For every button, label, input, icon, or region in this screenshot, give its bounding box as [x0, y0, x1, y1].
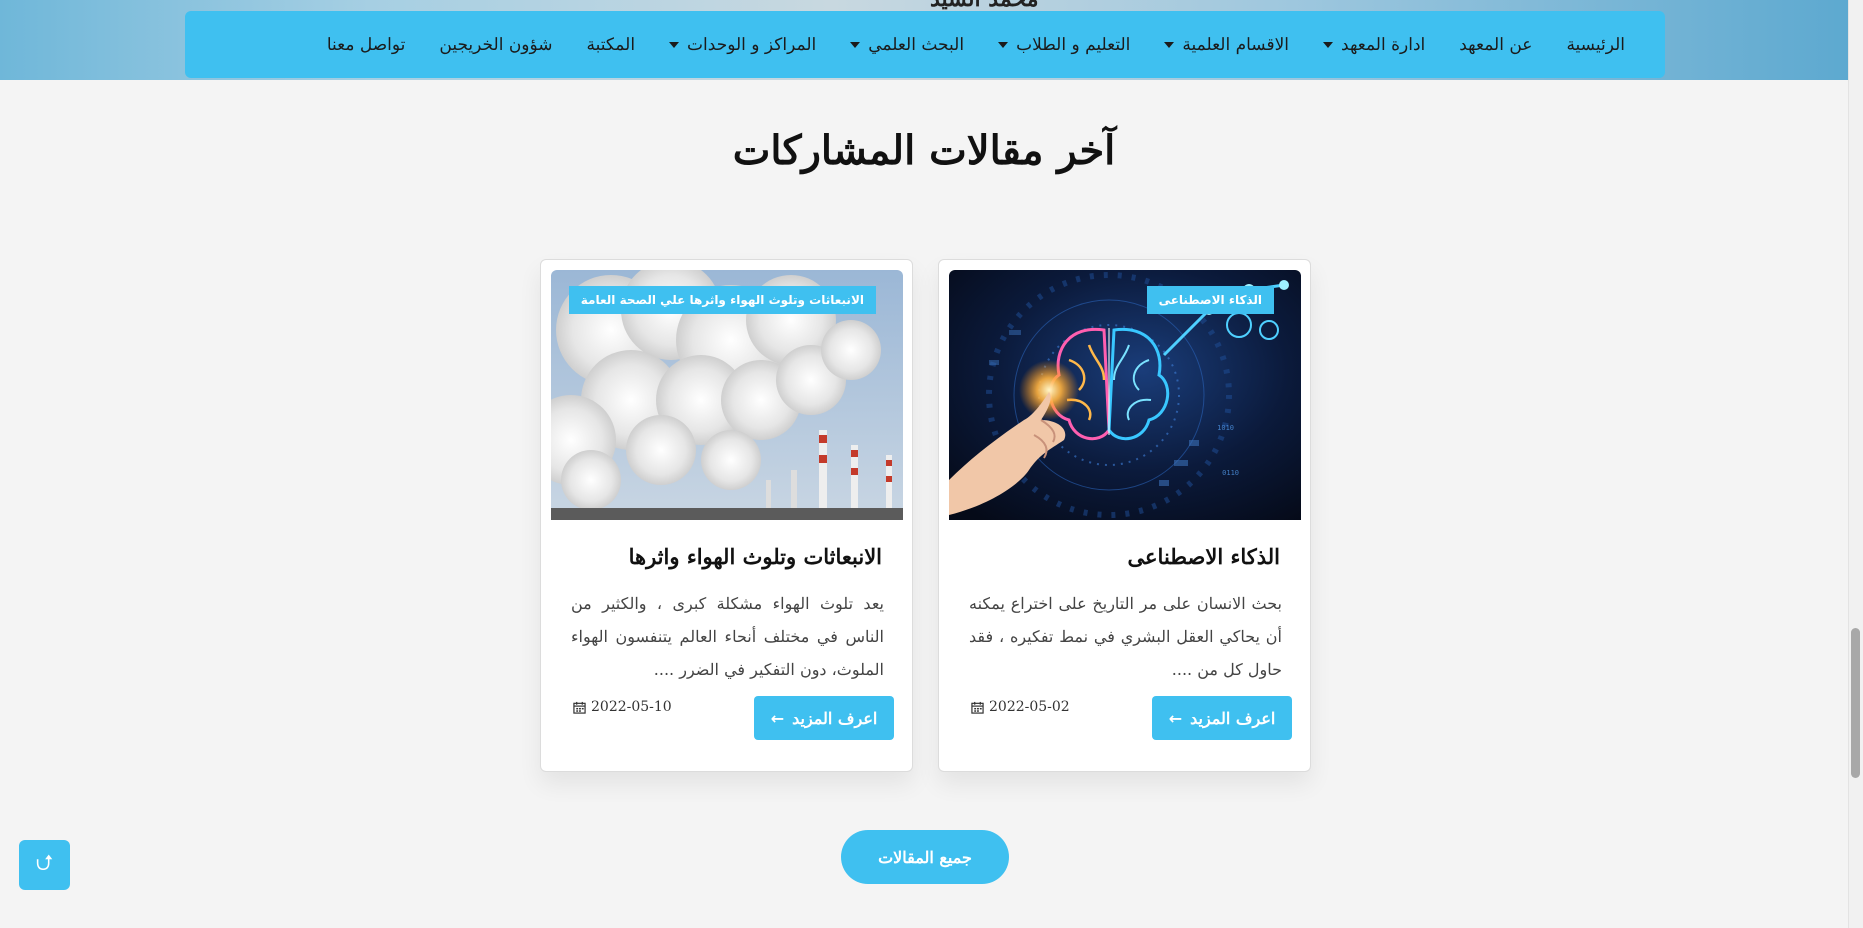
nav-item-label: تواصل معنا: [326, 34, 406, 55]
nav-item-label: عن المعهد: [1459, 34, 1533, 55]
all-articles-button[interactable]: جميع المقالات: [841, 830, 1009, 884]
scrollbar-thumb[interactable]: [1851, 628, 1860, 778]
scroll-top-button[interactable]: ⮍: [19, 840, 70, 890]
main-navbar: الرئيسية عن المعهد ادارة المعهد الاقسام …: [185, 11, 1665, 78]
article-date: 2022-05-02: [971, 699, 1070, 715]
article-category-tag[interactable]: الذكاء الاصطناعى: [1146, 286, 1274, 314]
binary-digits: 0110: [1222, 469, 1239, 477]
nav-item-research[interactable]: البحث العلمي: [850, 35, 964, 55]
nav-item-contact[interactable]: تواصل معنا: [327, 35, 406, 55]
nav-item-label: المكتبة: [586, 34, 636, 55]
article-date: 2022-05-10: [573, 699, 672, 715]
page-scrollbar[interactable]: [1848, 0, 1863, 928]
caret-down-icon: [1323, 41, 1334, 48]
arrow-left-icon: ←: [770, 708, 785, 728]
nav-item-label: البحث العلمي: [868, 34, 965, 55]
nav-item-centers[interactable]: المراكز و الوحدات: [669, 35, 816, 55]
article-title[interactable]: الانبعاثات وتلوث الهواء واثرها: [561, 544, 882, 569]
nav-item-label: المراكز و الوحدات: [687, 34, 817, 55]
article-date-text: 2022-05-10: [591, 699, 672, 715]
read-more-button[interactable]: اعرف المزيد ←: [1152, 696, 1292, 740]
section-title: آخر مقالات المشاركات: [732, 127, 1116, 174]
article-card-ai: 1010 0110 الذكاء الاصطناعى الذكاء الاصطن…: [938, 259, 1311, 772]
article-card-pollution: الانبعاثات وتلوث الهواء واثرها علي الصحة…: [540, 259, 913, 772]
caret-down-icon: [850, 41, 861, 48]
nav-item-label: شؤون الخريجين: [439, 34, 553, 55]
read-more-label: اعرف المزيد: [1190, 708, 1276, 728]
calendar-icon: [971, 701, 984, 714]
article-title[interactable]: الذكاء الاصطناعى: [959, 544, 1280, 569]
read-more-button[interactable]: اعرف المزيد ←: [754, 696, 894, 740]
nav-item-graduates[interactable]: شؤون الخريجين: [439, 35, 552, 55]
article-excerpt: يعد تلوث الهواء مشكلة كبرى ، والكثير من …: [571, 594, 884, 679]
nav-item-education[interactable]: التعليم و الطلاب: [998, 35, 1130, 55]
nav-item-home[interactable]: الرئيسية: [1566, 35, 1625, 55]
article-category-tag[interactable]: الانبعاثات وتلوث الهواء واثرها علي الصحة…: [568, 286, 876, 314]
nav-item-library[interactable]: المكتبة: [587, 35, 636, 55]
caret-down-icon: [1164, 41, 1175, 48]
nav-item-departments[interactable]: الاقسام العلمية: [1164, 35, 1289, 55]
caret-down-icon: [998, 41, 1009, 48]
article-date-text: 2022-05-02: [989, 699, 1070, 715]
caret-down-icon: [669, 41, 680, 48]
nav-item-label: ادارة المعهد: [1341, 34, 1426, 55]
binary-digits: 1010: [1217, 424, 1234, 432]
nav-item-about[interactable]: عن المعهد: [1459, 35, 1532, 55]
nav-item-label: التعليم و الطلاب: [1016, 34, 1131, 55]
scroll-top-icon: ⮍: [35, 851, 54, 876]
nav-item-label: الرئيسية: [1566, 34, 1625, 55]
article-excerpt: بحث الانسان على مر التاريخ على اختراع يم…: [969, 594, 1282, 679]
nav-item-label: الاقسام العلمية: [1182, 34, 1290, 55]
nav-item-administration[interactable]: ادارة المعهد: [1323, 35, 1425, 55]
read-more-label: اعرف المزيد: [792, 708, 878, 728]
arrow-left-icon: ←: [1168, 708, 1183, 728]
calendar-icon: [573, 701, 586, 714]
